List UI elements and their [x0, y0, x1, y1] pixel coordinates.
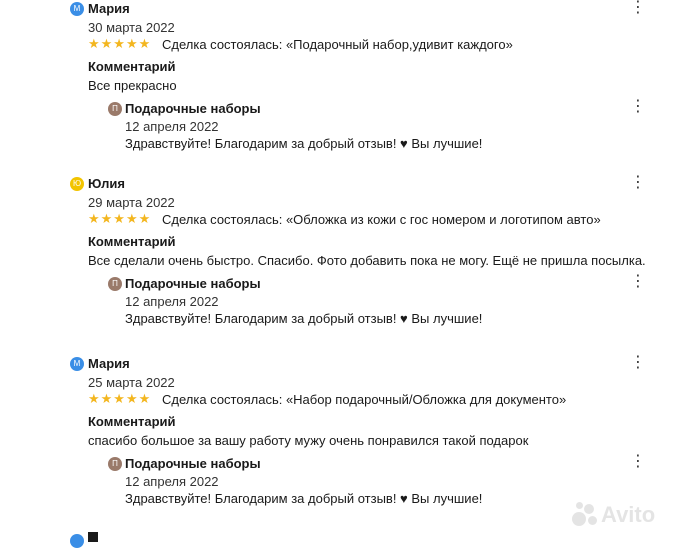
comment-title: Комментарий: [88, 234, 176, 249]
reviewer-name[interactable]: Юлия: [88, 175, 125, 193]
seller-name[interactable]: Подарочные наборы: [125, 455, 261, 473]
seller-avatar[interactable]: П: [108, 102, 122, 116]
reviewer-name[interactable]: Мария: [88, 0, 130, 18]
seller-name[interactable]: Подарочные наборы: [125, 275, 261, 293]
avito-logo-icon: [572, 502, 600, 528]
next-review-avatar[interactable]: [70, 534, 84, 548]
seller-avatar[interactable]: П: [108, 457, 122, 471]
comment-title: Комментарий: [88, 59, 176, 74]
comment-text: Все сделали очень быстро. Спасибо. Фото …: [88, 253, 646, 268]
user-avatar[interactable]: Ю: [70, 177, 84, 191]
rating-stars: ★★★★★: [88, 391, 152, 406]
reply-text: Здравствуйте! Благодарим за добрый отзыв…: [125, 311, 483, 326]
review-date: 25 марта 2022: [88, 375, 175, 390]
seller-avatar[interactable]: П: [108, 277, 122, 291]
rating-stars: ★★★★★: [88, 211, 152, 226]
review-date: 29 марта 2022: [88, 195, 175, 210]
next-review-name[interactable]: [88, 532, 98, 542]
comment-title: Комментарий: [88, 414, 176, 429]
user-avatar[interactable]: М: [70, 357, 84, 371]
seller-name[interactable]: Подарочные наборы: [125, 100, 261, 118]
reply-more-options-icon[interactable]: ⋮: [630, 454, 646, 470]
deal-info: Сделка состоялась: «Подарочный набор,уди…: [162, 37, 513, 52]
more-options-icon[interactable]: ⋮: [630, 355, 646, 371]
review-card: Ю Юлия ⋮ 29 марта 2022 ★★★★★ Сделка сост…: [0, 175, 680, 345]
reviewer-name[interactable]: Мария: [88, 355, 130, 373]
review-card: М Мария ⋮ 30 марта 2022 ★★★★★ Сделка сос…: [0, 0, 680, 170]
review-date: 30 марта 2022: [88, 20, 175, 35]
reply-more-options-icon[interactable]: ⋮: [630, 99, 646, 115]
reply-text: Здравствуйте! Благодарим за добрый отзыв…: [125, 136, 483, 151]
user-avatar[interactable]: М: [70, 2, 84, 16]
reply-date: 12 апреля 2022: [125, 294, 219, 309]
avito-watermark: Avito: [572, 500, 672, 530]
reply-more-options-icon[interactable]: ⋮: [630, 274, 646, 290]
more-options-icon[interactable]: ⋮: [630, 0, 646, 16]
reply-text: Здравствуйте! Благодарим за добрый отзыв…: [125, 491, 483, 506]
rating-stars: ★★★★★: [88, 36, 152, 51]
reply-date: 12 апреля 2022: [125, 474, 219, 489]
deal-info: Сделка состоялась: «Набор подарочный/Обл…: [162, 392, 567, 407]
deal-info: Сделка состоялась: «Обложка из кожи с го…: [162, 212, 601, 227]
reply-date: 12 апреля 2022: [125, 119, 219, 134]
comment-text: Все прекрасно: [88, 78, 177, 93]
comment-text: спасибо большое за вашу работу мужу очен…: [88, 433, 529, 448]
watermark-text: Avito: [601, 502, 656, 527]
more-options-icon[interactable]: ⋮: [630, 175, 646, 191]
